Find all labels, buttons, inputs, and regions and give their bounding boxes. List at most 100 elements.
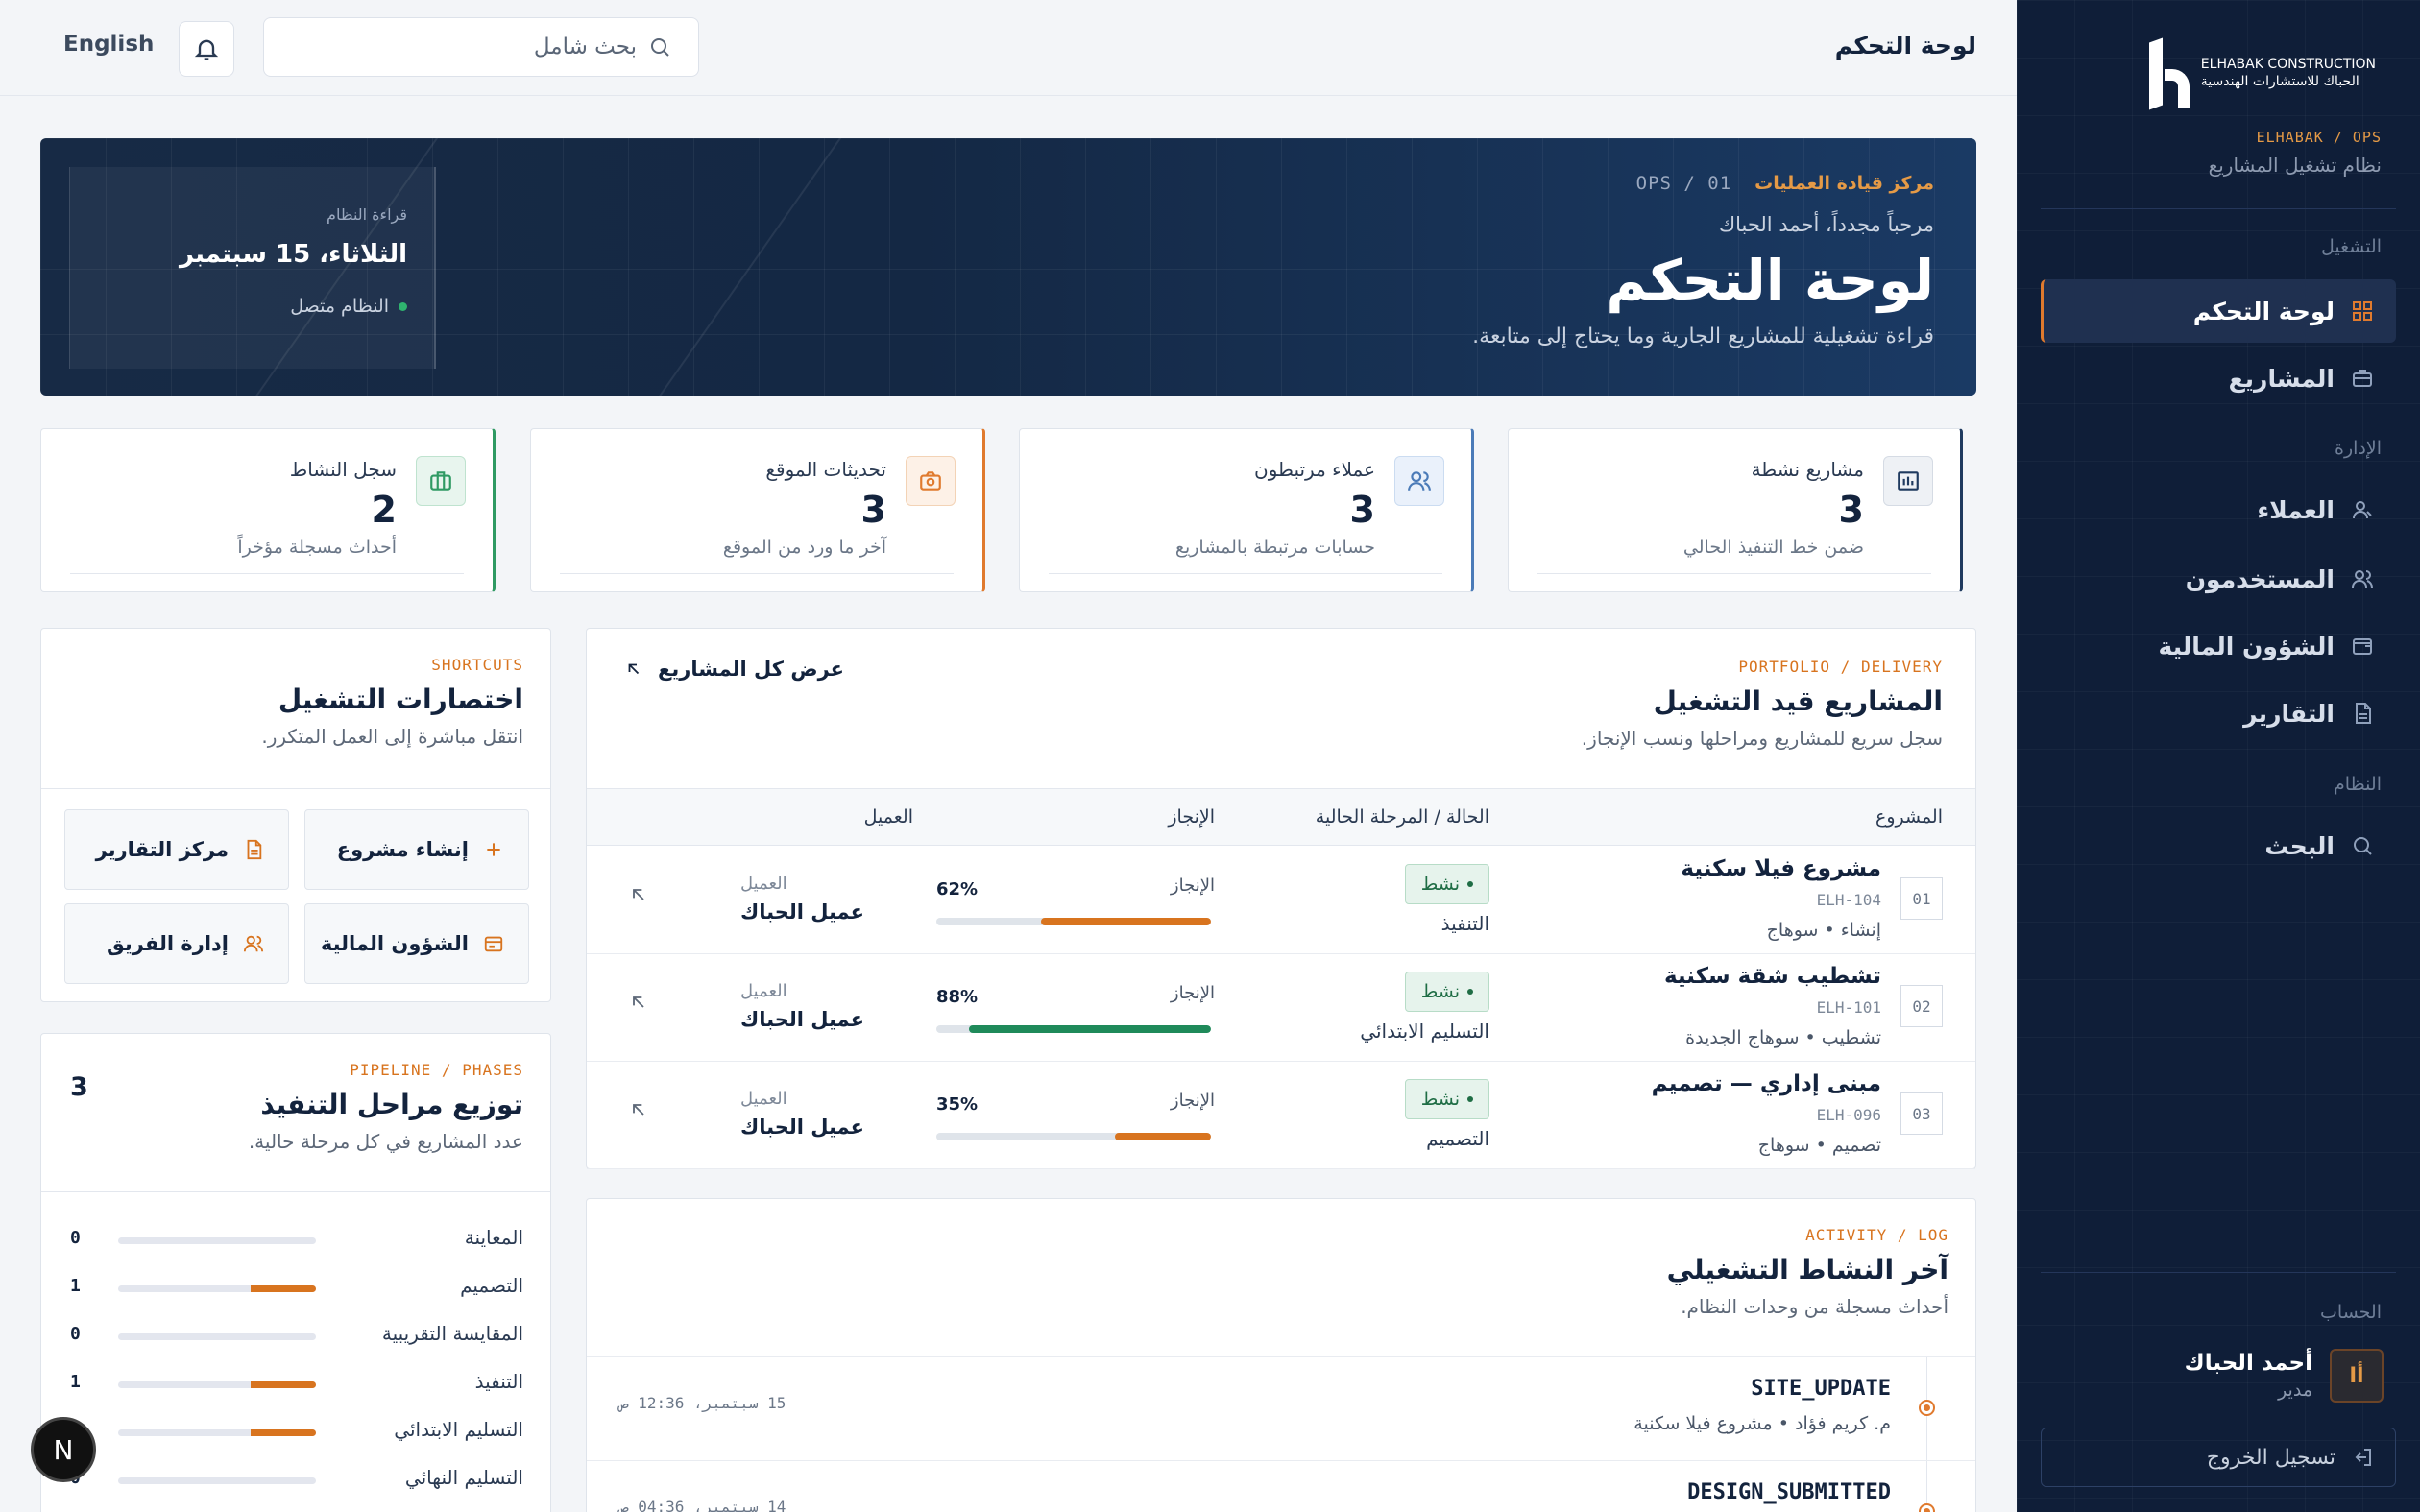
table-row[interactable]: 02 تشطيب شقة سكنية ELH-101 تشطيب • سوهاج ال…	[587, 954, 1975, 1062]
activity-time: 14 سبتمبر، 04:36 ص	[619, 1498, 786, 1512]
section-tag: SHORTCUTS	[431, 656, 523, 674]
stat-card-activity-log[interactable]: سجل النشاط 2 أحداث مسجلة مؤخراً	[40, 428, 496, 592]
phases-panel: PIPELINE / PHASES توزيع مراحل التنفيذ عد…	[40, 1033, 551, 1512]
table-row[interactable]: 03 مبنى إداري — تصميم ELH-096 تصميم • سوهاج…	[587, 1062, 1975, 1169]
project-name: مشروع فيلا سكنية	[1681, 856, 1881, 881]
finance-button[interactable]: الشؤون المالية	[304, 903, 529, 984]
arrow-up-left-icon[interactable]	[625, 993, 648, 1016]
sidebar-item-users[interactable]: المستخدمون	[2041, 547, 2396, 611]
floating-action-button[interactable]: N	[31, 1417, 96, 1482]
phase-fill	[251, 1285, 316, 1292]
project-name: تشطيب شقة سكنية	[1663, 964, 1881, 989]
phase-bar	[118, 1477, 316, 1484]
project-phase: التنفيذ	[1440, 912, 1489, 935]
brand-name-ar: الحباك للاستشارات الهندسية	[2200, 74, 2360, 89]
view-all-projects-link[interactable]: عرض كل المشاريع	[625, 658, 844, 681]
arrow-up-left-icon	[625, 660, 642, 678]
document-icon	[2350, 701, 2375, 726]
shortcut-label: إنشاء مشروع	[336, 838, 469, 861]
activity-item[interactable]: DESIGN_SUBMITTED 14 سبتمبر، 04:36 ص	[587, 1460, 1975, 1512]
document-icon	[242, 838, 265, 861]
activity-panel: ACTIVITY / LOG آخر النشاط التشغيلي أحداث…	[586, 1198, 1976, 1512]
status-badge: نشط	[1404, 972, 1489, 1012]
stat-sub: حسابات مرتبطة بالمشاريع	[1174, 537, 1375, 558]
stat-card-site-updates[interactable]: تحديثات الموقع 3 آخر ما ورد من الموقع	[530, 428, 985, 592]
section-title: اختصارات التشغيل	[278, 684, 523, 715]
notifications-button[interactable]	[179, 21, 234, 77]
status-dot-icon	[399, 301, 407, 311]
section-subtitle: أحداث مسجلة من وحدات النظام.	[1681, 1295, 1948, 1318]
phase-row: التسليم الابتدائي1	[70, 1418, 523, 1447]
topbar: لوحة التحكم بحث شامل English	[0, 0, 2017, 96]
phase-bar	[118, 1285, 316, 1292]
projects-panel: PORTFOLIO / DELIVERY المشاريع قيد التشغي…	[586, 628, 1976, 1169]
phase-name: التنفيذ	[474, 1370, 523, 1393]
timeline-dot-icon	[1919, 1503, 1935, 1512]
phase-bar	[118, 1237, 316, 1244]
phase-fill	[251, 1381, 316, 1388]
project-code: ELH-104	[1816, 891, 1881, 909]
wallet-icon	[2350, 634, 2375, 659]
timeline-dot-icon	[1919, 1400, 1935, 1416]
status-text: نشط	[1420, 874, 1460, 895]
shortcut-label: إدارة الفريق	[106, 932, 229, 955]
progress-percent: 35%	[936, 1094, 979, 1115]
project-location: إنشاء • سوهاج	[1766, 920, 1881, 941]
search-icon	[648, 36, 671, 59]
section-title: آخر النشاط التشغيلي	[1666, 1254, 1948, 1285]
section-tag: PIPELINE / PHASES	[350, 1061, 523, 1079]
search-icon	[2350, 833, 2375, 858]
logout-icon	[2351, 1446, 2374, 1469]
section-title: المشاريع قيد التشغيل	[1653, 685, 1943, 717]
activity-item[interactable]: SITE_UPDATE م. كريم فؤاد • مشروع فيلا سكن…	[587, 1356, 1975, 1461]
reports-center-button[interactable]: مركز التقارير	[64, 809, 289, 890]
phase-row: التنفيذ 1	[70, 1370, 523, 1399]
sidebar-divider	[2041, 208, 2396, 209]
create-project-button[interactable]: إنشاء مشروع	[304, 809, 529, 890]
status-dot-icon	[1467, 1096, 1473, 1102]
sidebar-item-finance[interactable]: الشؤون المالية	[2041, 614, 2396, 678]
project-phase: التصميم	[1426, 1127, 1489, 1150]
sidebar-item-label: البحث	[2264, 831, 2335, 860]
sidebar-item-clients[interactable]: العملاء	[2041, 478, 2396, 541]
system-name: نظام تشغيل المشاريع	[2208, 154, 2382, 177]
phase-bar	[118, 1381, 316, 1388]
view-all-label: عرض كل المشاريع	[658, 658, 844, 681]
system-reading-card: قراءة النظام الثلاثاء، 15 سبتمبر النظام …	[69, 167, 436, 369]
shortcut-label: الشؤون المالية	[320, 932, 469, 955]
logo-mark	[2145, 36, 2191, 110]
stat-value: 3	[1349, 489, 1375, 531]
table-header: المشروع الحالة / المرحلة الحالية الإنجاز…	[587, 788, 1975, 846]
sidebar-item-projects[interactable]: المشاريع	[2041, 347, 2396, 410]
brand-logo[interactable]: ELHABAK CONSTRUCTION الحباك للاستشارات ا…	[2145, 36, 2376, 110]
progress-label: الإنجاز	[1170, 876, 1215, 896]
stat-card-clients[interactable]: عملاء مرتبطون 3 حسابات مرتبطة بالمشاريع	[1019, 428, 1474, 592]
sidebar-item-dashboard[interactable]: لوحة التحكم	[2041, 279, 2396, 343]
sidebar-item-reports[interactable]: التقارير	[2041, 682, 2396, 745]
reading-label: قراءة النظام	[327, 205, 407, 224]
search-input[interactable]: بحث شامل	[263, 17, 699, 77]
stat-label: تحديثات الموقع	[765, 458, 886, 481]
phase-row: المقايسة التقريبية 0	[70, 1322, 523, 1351]
grid-icon	[2350, 299, 2375, 324]
col-project: المشروع	[1876, 806, 1943, 828]
stat-sub: أحداث مسجلة مؤخراً	[237, 537, 397, 558]
stat-label: سجل النشاط	[289, 458, 397, 481]
stat-card-active-projects[interactable]: مشاريع نشطة 3 ضمن خط التنفيذ الحالي	[1508, 428, 1963, 592]
user-profile[interactable]: أا أحمد الحباك مدير	[2185, 1349, 2384, 1403]
status-badge: نشط	[1404, 1079, 1489, 1119]
language-toggle[interactable]: English	[63, 32, 154, 57]
arrow-up-left-icon[interactable]	[625, 885, 648, 908]
reading-date: الثلاثاء، 15 سبتمبر	[179, 240, 407, 269]
logout-button[interactable]: تسجيل الخروج	[2041, 1428, 2396, 1487]
stat-value: 3	[860, 489, 886, 531]
team-management-button[interactable]: إدارة الفريق	[64, 903, 289, 984]
sidebar-item-search[interactable]: البحث	[2041, 814, 2396, 877]
page-title: لوحة التحكم	[1834, 32, 1976, 60]
client-label: العميل	[740, 1089, 787, 1109]
client-label: العميل	[740, 981, 787, 1001]
project-number: 02	[1900, 985, 1943, 1027]
table-row[interactable]: 01 مشروع فيلا سكنية ELH-104 إنشاء • سوهاج نش…	[587, 847, 1975, 954]
arrow-up-left-icon[interactable]	[625, 1100, 648, 1123]
hero-title: لوحة التحكم	[1606, 248, 1934, 313]
